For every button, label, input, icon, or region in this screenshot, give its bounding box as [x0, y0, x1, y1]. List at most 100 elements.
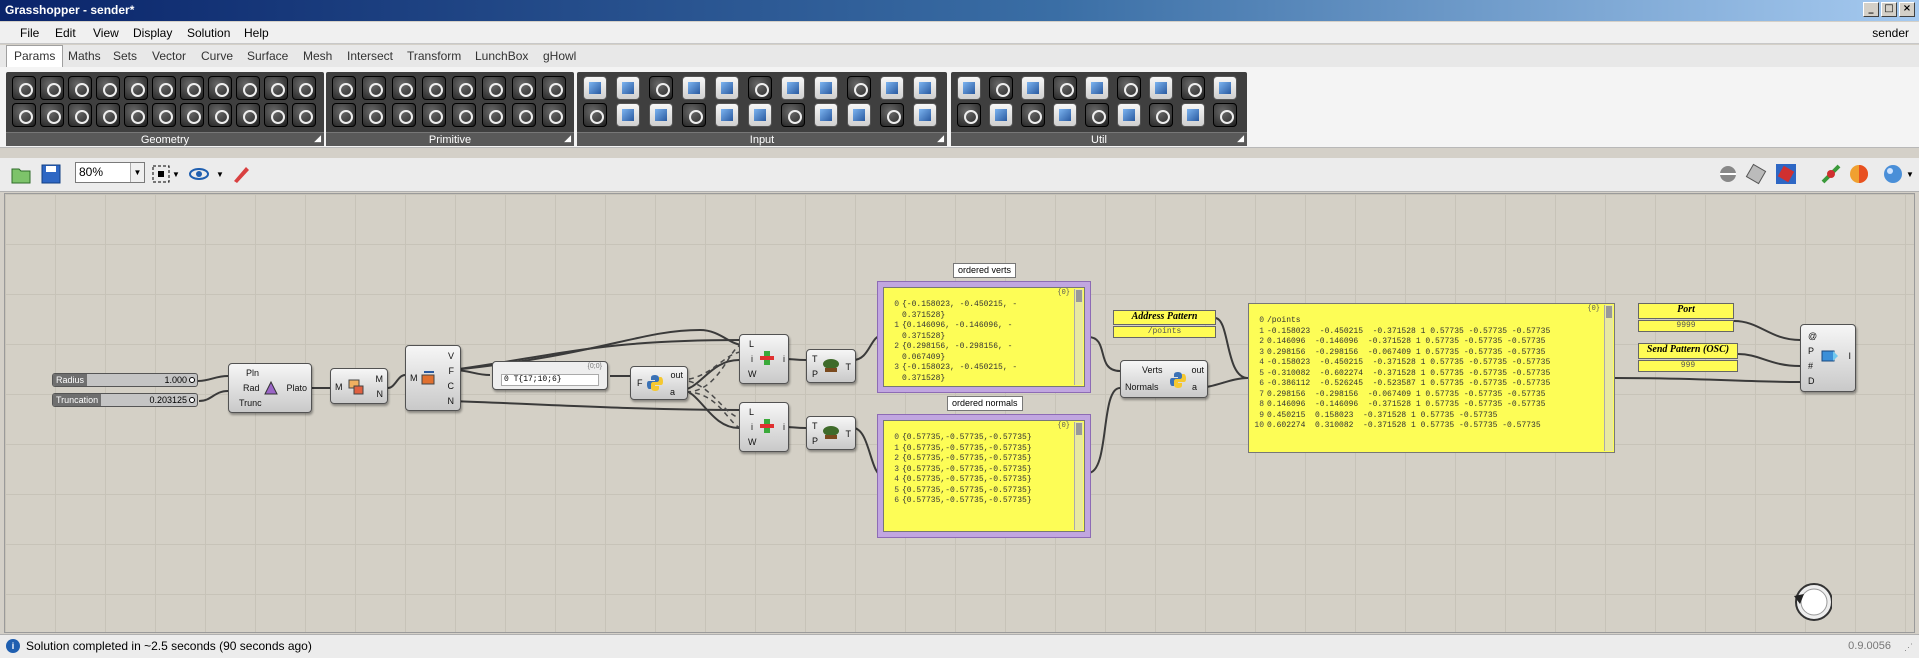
- menu-edit[interactable]: Edit: [55, 26, 76, 40]
- zoom-select[interactable]: 80% ▼: [75, 162, 145, 183]
- ordered-verts-panel[interactable]: {0} 0 {-0.158023, -0.450215, -0.371528} 1{…: [883, 287, 1085, 387]
- component-util-icon[interactable]: [957, 76, 981, 100]
- tab-lunchbox[interactable]: LunchBox: [475, 49, 528, 63]
- component-geo-icon[interactable]: [124, 103, 148, 127]
- menu-solution[interactable]: Solution: [187, 26, 230, 40]
- save-icon[interactable]: [40, 163, 62, 185]
- close-button[interactable]: ×: [1899, 2, 1915, 17]
- component-input-icon[interactable]: [781, 76, 805, 100]
- address-pattern-label[interactable]: Address Pattern: [1113, 310, 1216, 325]
- flatten-component-1[interactable]: T P T: [806, 349, 856, 383]
- component-geo-icon[interactable]: [96, 76, 120, 100]
- component-util-icon[interactable]: [1053, 103, 1077, 127]
- wireframe-icon[interactable]: [1745, 163, 1767, 185]
- component-prim-icon[interactable]: [542, 103, 566, 127]
- shaded-preview-icon[interactable]: [1775, 163, 1797, 185]
- tab-intersect[interactable]: Intersect: [347, 49, 393, 63]
- minimize-button[interactable]: _: [1863, 2, 1879, 17]
- component-input-icon[interactable]: [682, 103, 706, 127]
- tab-params[interactable]: Params: [6, 45, 64, 67]
- component-prim-icon[interactable]: [332, 103, 356, 127]
- component-prim-icon[interactable]: [482, 103, 506, 127]
- component-geo-icon[interactable]: [12, 76, 36, 100]
- zoom-extents-icon[interactable]: [150, 163, 172, 185]
- colour-sphere-icon[interactable]: [1848, 163, 1870, 185]
- python-component-1[interactable]: F out a: [630, 366, 688, 400]
- expand-icon[interactable]: ◢: [937, 131, 944, 145]
- deconstruct-mesh-component[interactable]: M V F C N: [405, 345, 461, 411]
- component-input-icon[interactable]: [715, 103, 739, 127]
- component-util-icon[interactable]: [1117, 76, 1141, 100]
- component-util-icon[interactable]: [989, 103, 1013, 127]
- panel-scrollbar[interactable]: [1074, 289, 1083, 385]
- mesh-convert-component[interactable]: M M N: [330, 368, 388, 404]
- component-geo-icon[interactable]: [208, 103, 232, 127]
- component-input-icon[interactable]: [847, 76, 871, 100]
- menu-file[interactable]: File: [20, 26, 39, 40]
- component-geo-icon[interactable]: [40, 103, 64, 127]
- maximize-button[interactable]: □: [1881, 2, 1897, 17]
- selected-only-icon[interactable]: [1820, 163, 1842, 185]
- resize-grip-icon[interactable]: ⋰: [1904, 642, 1913, 653]
- component-geo-icon[interactable]: [236, 76, 260, 100]
- list-item-component-1[interactable]: L i W i: [739, 334, 789, 384]
- component-util-icon[interactable]: [1021, 76, 1045, 100]
- component-prim-icon[interactable]: [482, 76, 506, 100]
- component-geo-icon[interactable]: [264, 76, 288, 100]
- port-label[interactable]: Port: [1638, 303, 1734, 319]
- points-output-panel[interactable]: {0} 0/points 1 -0.158023 -0.450215 -0.3715…: [1248, 303, 1615, 453]
- component-prim-icon[interactable]: [392, 76, 416, 100]
- component-prim-icon[interactable]: [392, 103, 416, 127]
- tab-maths[interactable]: Maths: [68, 49, 101, 63]
- component-prim-icon[interactable]: [452, 103, 476, 127]
- component-input-icon[interactable]: [715, 76, 739, 100]
- component-util-icon[interactable]: [1021, 103, 1045, 127]
- component-util-icon[interactable]: [957, 103, 981, 127]
- flatten-component-2[interactable]: T P T: [806, 416, 856, 450]
- expand-icon[interactable]: ◢: [564, 131, 571, 145]
- component-geo-icon[interactable]: [68, 76, 92, 100]
- preview-eye-icon[interactable]: [188, 163, 210, 185]
- component-geo-icon[interactable]: [96, 103, 120, 127]
- tab-curve[interactable]: Curve: [201, 49, 233, 63]
- ordered-normals-panel[interactable]: {0} 0 {0.57735,-0.57735,-0.57735} 1 {0.5773…: [883, 420, 1085, 532]
- list-item-component-2[interactable]: L i W i: [739, 402, 789, 452]
- component-geo-icon[interactable]: [236, 103, 260, 127]
- component-geo-icon[interactable]: [208, 76, 232, 100]
- send-pattern-value[interactable]: 999: [1638, 360, 1738, 372]
- component-prim-icon[interactable]: [512, 76, 536, 100]
- component-util-icon[interactable]: [989, 76, 1013, 100]
- component-util-icon[interactable]: [1117, 103, 1141, 127]
- component-input-icon[interactable]: [880, 103, 904, 127]
- component-input-icon[interactable]: [913, 103, 937, 127]
- component-input-icon[interactable]: [781, 103, 805, 127]
- component-input-icon[interactable]: [748, 103, 772, 127]
- dropdown-arrow-icon[interactable]: ▼: [172, 170, 180, 179]
- component-input-icon[interactable]: [814, 103, 838, 127]
- tab-mesh[interactable]: Mesh: [303, 49, 332, 63]
- component-prim-icon[interactable]: [542, 76, 566, 100]
- face-param-panel[interactable]: {0;0} 0 T{17;10;6}: [492, 361, 608, 390]
- component-util-icon[interactable]: [1053, 76, 1077, 100]
- slider-output-grip[interactable]: [189, 377, 195, 383]
- dropdown-arrow-icon[interactable]: ▼: [216, 170, 224, 179]
- component-util-icon[interactable]: [1085, 103, 1109, 127]
- component-prim-icon[interactable]: [362, 76, 386, 100]
- component-prim-icon[interactable]: [512, 103, 536, 127]
- component-geo-icon[interactable]: [68, 103, 92, 127]
- component-input-icon[interactable]: [748, 76, 772, 100]
- radius-slider[interactable]: Radius 1.000: [52, 373, 198, 387]
- port-value[interactable]: 9999: [1638, 320, 1734, 332]
- slider-output-grip[interactable]: [189, 397, 195, 403]
- component-prim-icon[interactable]: [362, 103, 386, 127]
- expand-icon[interactable]: ◢: [1237, 131, 1244, 145]
- component-input-icon[interactable]: [649, 76, 673, 100]
- component-prim-icon[interactable]: [422, 103, 446, 127]
- dropdown-arrow-icon[interactable]: ▼: [1906, 170, 1914, 179]
- component-geo-icon[interactable]: [180, 76, 204, 100]
- component-input-icon[interactable]: [814, 76, 838, 100]
- component-geo-icon[interactable]: [264, 103, 288, 127]
- component-util-icon[interactable]: [1149, 76, 1173, 100]
- open-file-icon[interactable]: [10, 163, 32, 185]
- component-geo-icon[interactable]: [124, 76, 148, 100]
